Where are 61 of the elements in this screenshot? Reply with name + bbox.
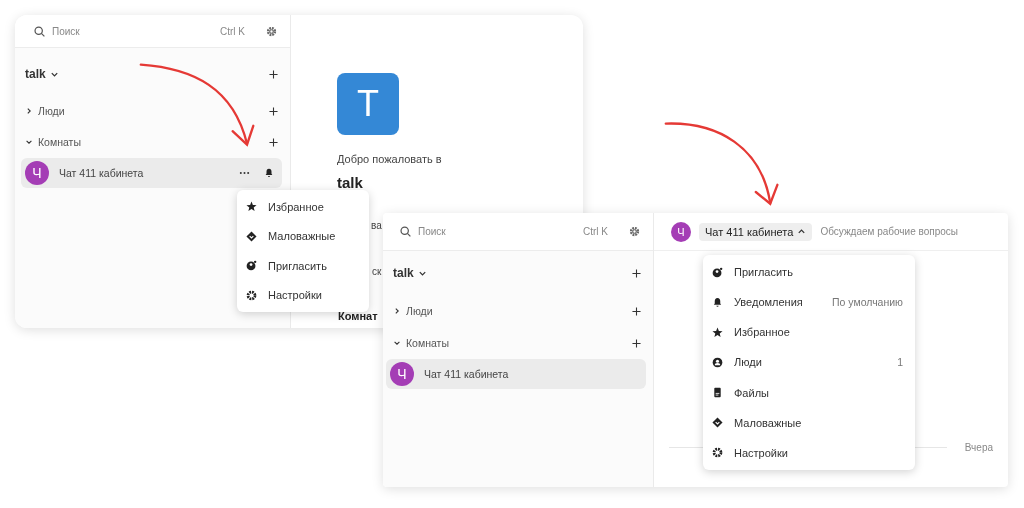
workspace-name[interactable]: talk — [25, 67, 46, 81]
plus-icon[interactable] — [632, 338, 641, 348]
plus-icon[interactable] — [632, 268, 641, 278]
star-icon — [246, 201, 257, 213]
text-fragment: ск — [372, 266, 382, 277]
menu-item[interactable]: Избранное — [237, 193, 369, 220]
more-icon[interactable] — [239, 171, 250, 175]
section-label[interactable]: Комнаты — [38, 136, 81, 148]
search-field[interactable]: Поиск — [418, 226, 577, 237]
plus-icon[interactable] — [269, 106, 278, 116]
user-icon — [712, 357, 723, 368]
chevron-right-icon[interactable] — [25, 107, 33, 115]
section-label[interactable]: Комнаты — [406, 337, 449, 349]
search-icon — [399, 225, 412, 238]
date-divider-label: Вчера — [964, 442, 993, 453]
chevron-down-icon[interactable] — [25, 138, 33, 146]
settings-icon — [712, 447, 723, 459]
shortcut-hint: Ctrl K — [583, 226, 608, 237]
menu-item[interactable]: Файлы — [703, 379, 915, 406]
room-item[interactable]: Ч Чат 411 кабинета — [386, 359, 646, 389]
menu-item[interactable]: Настройки — [703, 439, 915, 466]
room-avatar: Ч — [671, 221, 691, 242]
menu-item[interactable]: Пригласить — [703, 259, 915, 286]
menu-item[interactable]: Пригласить — [237, 252, 369, 279]
text-fragment: Комнат — [338, 310, 378, 322]
settings-icon[interactable] — [265, 24, 278, 38]
plus-icon[interactable] — [269, 137, 278, 147]
bell-icon[interactable] — [264, 168, 274, 178]
menu-item[interactable]: Люди 1 — [703, 349, 915, 376]
room-item[interactable]: Ч Чат 411 кабинета — [21, 158, 282, 188]
room-title-button[interactable]: Чат 411 кабинета — [699, 222, 813, 241]
menu-item[interactable]: Маловажные — [237, 223, 369, 250]
room-topic: Обсуждаем рабочие вопросы — [820, 226, 958, 237]
shortcut-hint: Ctrl K — [220, 25, 245, 37]
search-field[interactable]: Поиск — [52, 25, 214, 37]
menu-item[interactable]: Настройки — [237, 282, 369, 309]
bell-icon — [712, 296, 723, 308]
chevron-down-icon[interactable] — [393, 339, 401, 347]
section-label[interactable]: Люди — [38, 105, 65, 117]
chevron-up-icon — [797, 227, 807, 236]
plus-icon[interactable] — [632, 306, 641, 316]
room-avatar: Ч — [25, 161, 49, 185]
file-icon — [712, 387, 723, 399]
search-icon — [33, 24, 46, 38]
menu-item[interactable]: Уведомления По умолчанию — [703, 289, 915, 316]
workspace-avatar: T — [337, 73, 399, 135]
star-icon — [712, 326, 723, 338]
section-label[interactable]: Люди — [406, 305, 433, 317]
plus-icon[interactable] — [269, 69, 278, 79]
room-avatar: Ч — [390, 362, 414, 386]
settings-icon[interactable] — [628, 225, 641, 238]
diamond-icon — [712, 417, 723, 429]
chevron-right-icon[interactable] — [393, 307, 401, 315]
diamond-icon — [246, 230, 257, 242]
settings-icon — [246, 289, 257, 301]
welcome-text: Добро пожаловать в — [337, 153, 442, 165]
workspace-name[interactable]: talk — [393, 266, 414, 280]
menu-item[interactable]: Избранное — [703, 319, 915, 346]
welcome-title: talk — [337, 176, 363, 190]
menu-item[interactable]: Маловажные — [703, 409, 915, 436]
text-fragment: ва — [371, 220, 382, 231]
